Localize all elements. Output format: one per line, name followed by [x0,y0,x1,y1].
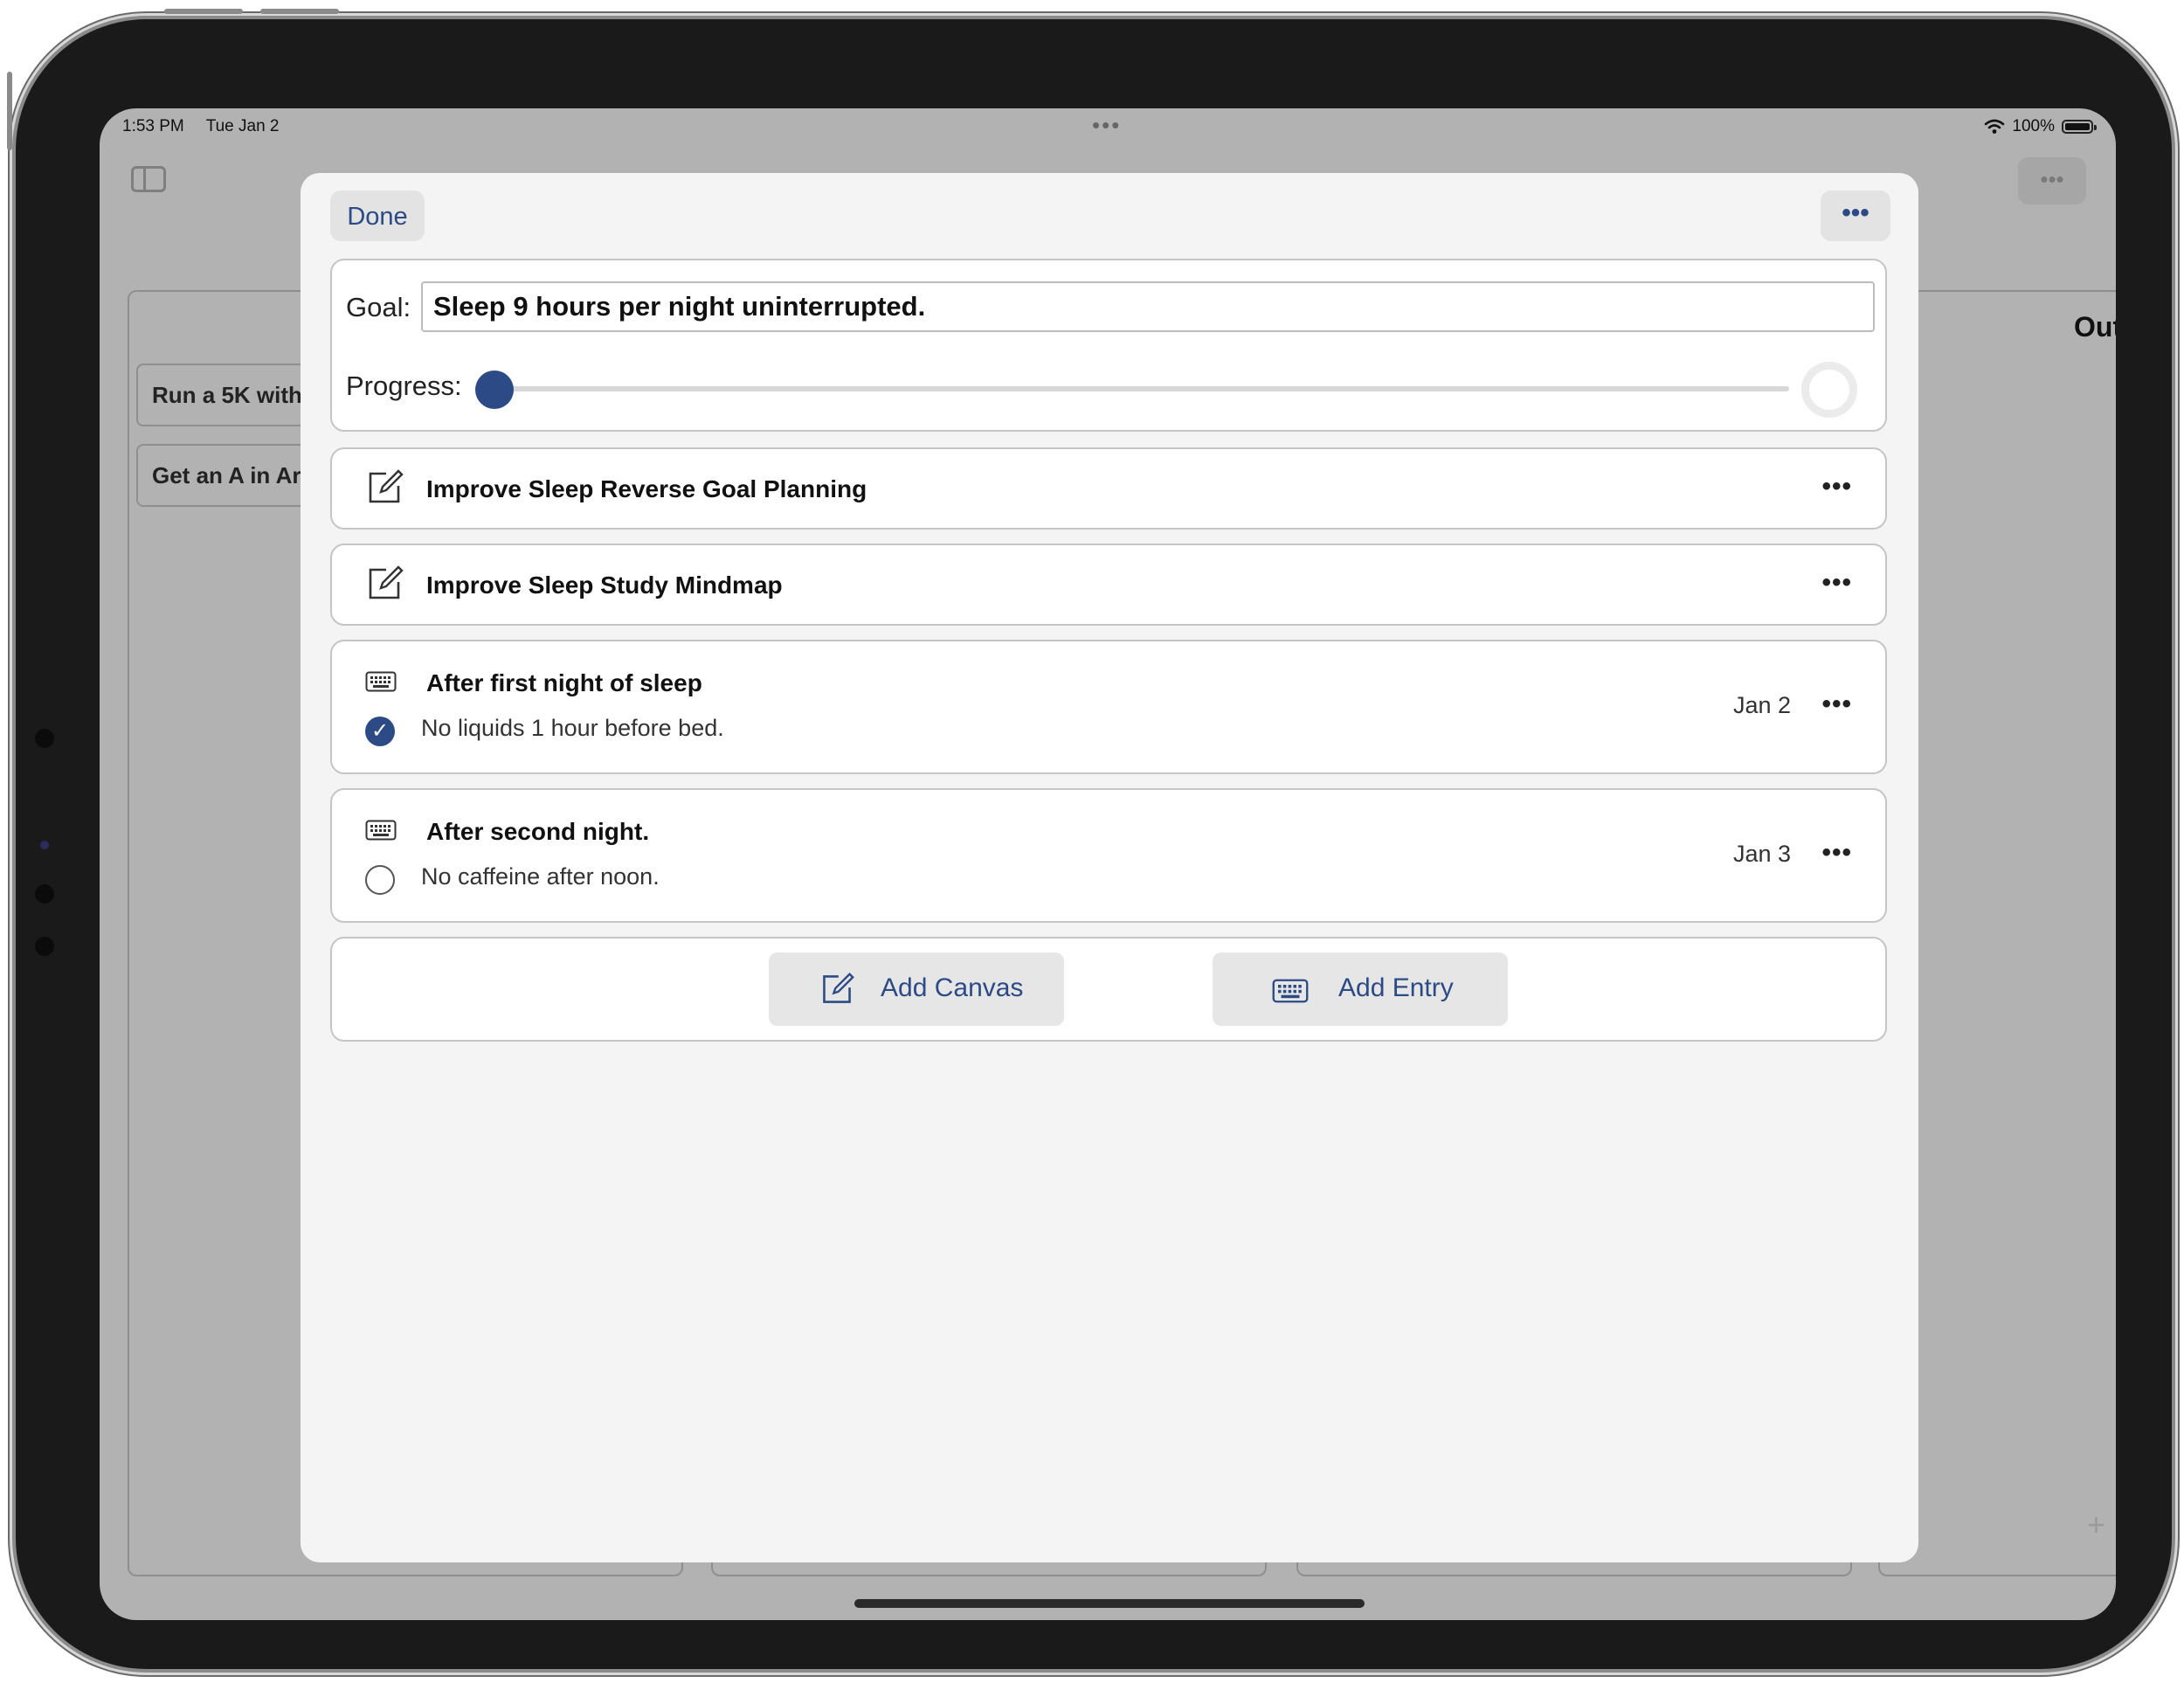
progress-label: Progress: [346,371,462,401]
keyboard-icon [365,820,397,841]
canvas-more-button[interactable]: ••• [1821,568,1852,598]
status-date: Tue Jan 2 [205,117,280,135]
entry-date: Jan 3 [1732,841,1791,867]
entry-row[interactable]: After second night. No caffeine after no… [330,788,1887,923]
entry-row[interactable]: After first night of sleep ✓ No liquids … [330,640,1887,774]
progress-slider-track[interactable] [494,386,1789,391]
top-button-1 [164,9,243,14]
canvas-more-button[interactable]: ••• [1821,472,1852,502]
entry-text: No liquids 1 hour before bed. [421,715,724,741]
entry-title: After first night of sleep [426,669,702,696]
keyboard-icon [365,671,397,692]
add-entry-label: Add Entry [1338,973,1454,1002]
battery-icon [2062,120,2097,134]
add-entry-button[interactable]: Add Entry [1213,952,1508,1026]
goal-detail-sheet: Done ••• Goal: Sleep 9 hours per night u… [301,173,1918,1562]
screen: ••• Run a 5K with Get an A in Ar Out + 1… [100,108,2116,1620]
column-title: Out [2074,311,2116,343]
canvas-row[interactable]: Improve Sleep Study Mindmap ••• [330,544,1887,626]
actions-card: Add Canvas Add Entry [330,937,1887,1042]
canvas-title: Improve Sleep Study Mindmap [426,571,783,599]
edit-canvas-icon [369,469,404,503]
add-canvas-label: Add Canvas [881,973,1024,1002]
add-canvas-button[interactable]: Add Canvas [769,952,1064,1026]
canvas-title: Improve Sleep Reverse Goal Planning [426,475,867,502]
goal-input[interactable]: Sleep 9 hours per night uninterrupted. [421,281,1875,332]
volume-button [7,72,12,150]
front-camera-icon [40,841,49,849]
multitasking-dots[interactable]: ••• [1092,112,1121,139]
side-sensor-dot [35,729,54,748]
background-more-button[interactable]: ••• [2018,157,2086,204]
edit-canvas-icon [823,973,854,1003]
edit-canvas-icon [369,565,404,599]
status-time: 1:53 PM [122,117,184,135]
entry-date: Jan 2 [1732,692,1791,718]
side-sensor-dot [35,937,54,956]
add-icon[interactable]: + [2087,1506,2105,1543]
entry-checkbox-checked[interactable]: ✓ [365,717,395,746]
home-indicator [854,1599,1365,1608]
entry-more-button[interactable]: ••• [1821,838,1852,868]
goal-card: Goal: Sleep 9 hours per night uninterrup… [330,259,1887,432]
status-bar-left: 1:53 PM Tue Jan 2 [122,117,297,136]
wifi-icon [1985,119,2005,134]
sidebar-toggle-icon[interactable] [131,166,166,192]
ipad-frame: ••• Run a 5K with Get an A in Ar Out + 1… [7,9,2172,1669]
entry-title: After second night. [426,818,650,845]
entry-text: No caffeine after noon. [421,863,660,890]
side-sensor-dot [35,884,54,904]
entry-checkbox-unchecked[interactable] [365,865,395,895]
goal-label: Goal: [346,292,411,322]
canvas-row[interactable]: Improve Sleep Reverse Goal Planning ••• [330,447,1887,530]
top-button-2 [260,9,339,14]
sheet-more-button[interactable]: ••• [1821,190,1890,241]
progress-ring-icon [1801,362,1857,418]
entry-more-button[interactable]: ••• [1821,689,1852,719]
done-button[interactable]: Done [330,190,425,241]
status-bar-right: 100% [1984,117,2097,136]
battery-percent: 100% [2012,117,2055,135]
progress-slider-thumb[interactable] [475,371,514,409]
keyboard-icon [1272,979,1309,1003]
